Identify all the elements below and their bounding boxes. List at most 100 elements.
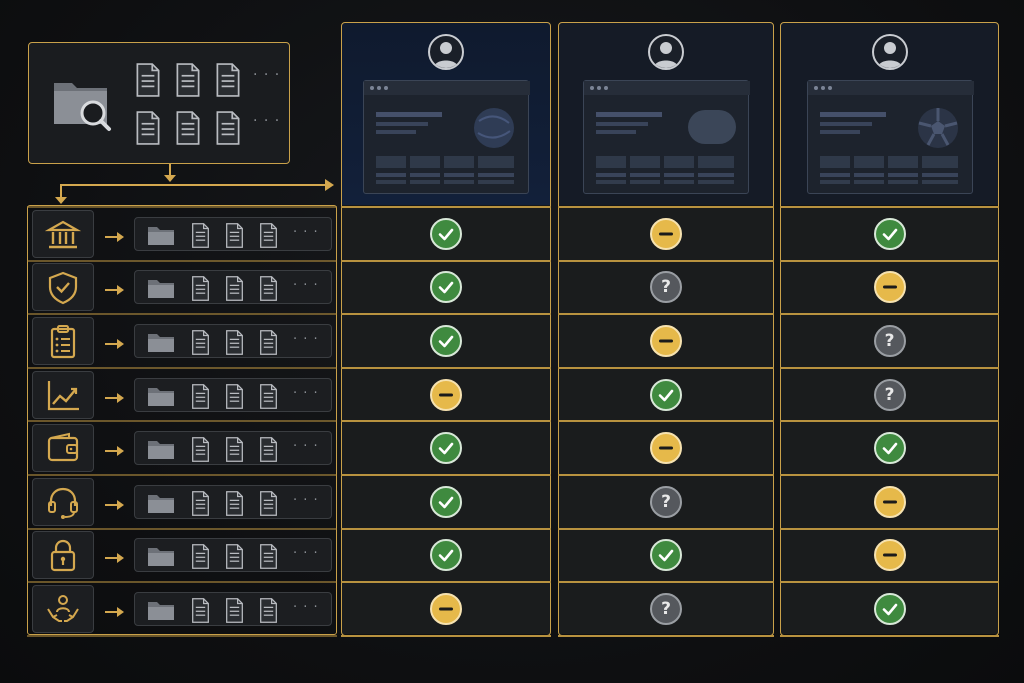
question-icon: ? [873, 325, 906, 357]
question-icon: ? [873, 378, 906, 411]
folder-icon [148, 548, 174, 567]
ellipsis-bottom: · · · [253, 113, 281, 129]
folder-icon [148, 280, 174, 299]
arrow-right-icon [104, 442, 126, 457]
document-icon [260, 383, 277, 409]
ellipsis: · · · [293, 278, 319, 294]
hands-person-icon [47, 595, 79, 622]
clipboard-list-icon [50, 325, 76, 359]
row-divider [558, 206, 774, 208]
wallet-icon [47, 432, 79, 462]
document-icon [192, 330, 209, 355]
row-divider [780, 528, 999, 530]
question-icon: ? [650, 485, 682, 518]
row-divider [780, 474, 999, 476]
category-icon-box [32, 317, 94, 365]
document-icon [260, 330, 277, 355]
arrow-right-icon [104, 389, 126, 403]
document-icon [226, 437, 243, 463]
arrow-right-icon [104, 549, 126, 564]
document-icon [136, 63, 160, 97]
ellipsis: · · · [293, 600, 319, 615]
check-icon [873, 217, 906, 250]
row-divider [341, 313, 551, 315]
ellipsis: · · · [293, 332, 319, 347]
source-documents-box: · · · · · · [28, 42, 290, 164]
document-icon [226, 383, 243, 409]
row-divider [558, 367, 774, 369]
ellipsis: · · · [293, 224, 319, 240]
ellipsis: · · · [293, 546, 319, 562]
category-files: · · · [134, 216, 332, 251]
ellipsis-top: · · · [253, 67, 281, 83]
check-icon [430, 217, 462, 250]
document-icon [226, 598, 243, 623]
minus-icon [430, 378, 462, 411]
document-icon [260, 276, 277, 302]
document-icon [192, 276, 209, 302]
row-divider [558, 313, 774, 315]
row-divider [558, 420, 774, 422]
arrow-right-icon [104, 496, 126, 510]
category-files: · · · [134, 592, 332, 626]
folder-icon [148, 334, 174, 352]
check-icon [430, 325, 462, 357]
document-icon [260, 598, 277, 623]
row-divider [27, 581, 337, 583]
category-files: · · · [134, 484, 332, 519]
folder-icon [148, 602, 174, 620]
row-divider [341, 474, 551, 476]
ellipsis: · · · [293, 439, 319, 455]
document-icon [192, 490, 209, 516]
category-files: · · · [134, 324, 332, 358]
headset-icon [48, 487, 78, 519]
document-icon [216, 63, 240, 97]
arrow-right-icon [325, 179, 334, 191]
row-divider [558, 528, 774, 530]
user-avatar-icon [428, 34, 464, 70]
category-icon-box [32, 209, 94, 258]
check-icon [650, 378, 682, 411]
arrow-right-icon [104, 281, 126, 296]
row-divider [27, 635, 337, 637]
row-divider [780, 635, 999, 637]
document-icon [226, 330, 243, 355]
lock-icon [50, 540, 76, 572]
category-icon-box [32, 263, 94, 312]
document-icon [260, 222, 277, 248]
row-divider [558, 474, 774, 476]
shield-check-icon [48, 272, 78, 305]
line-chart-icon [47, 380, 79, 410]
document-icon [216, 111, 240, 145]
row-divider [27, 313, 337, 315]
check-icon [873, 593, 906, 625]
row-divider [780, 367, 999, 369]
row-divider [27, 367, 337, 369]
check-icon [430, 432, 462, 465]
document-icon [226, 222, 243, 248]
document-icon [192, 222, 209, 248]
question-icon: ? [650, 593, 682, 625]
row-divider [341, 206, 551, 208]
document-icon [226, 276, 243, 302]
row-divider [27, 420, 337, 422]
category-icon-box [32, 531, 94, 580]
folder-icon [148, 441, 174, 460]
document-icon [226, 544, 243, 570]
document-icon [260, 437, 277, 463]
row-divider [558, 581, 774, 583]
document-icon [192, 544, 209, 570]
row-divider [558, 260, 774, 262]
row-divider [27, 260, 337, 262]
dashboard-preview [363, 80, 530, 194]
folder-search-icon [54, 83, 111, 131]
minus-icon [650, 325, 682, 357]
row-divider [341, 367, 551, 369]
folder-icon [148, 387, 174, 406]
minus-icon [430, 593, 462, 625]
row-divider [780, 313, 999, 315]
row-divider [341, 528, 551, 530]
category-files: · · · [134, 377, 332, 412]
document-icon [260, 490, 277, 516]
folder-icon [148, 494, 174, 513]
